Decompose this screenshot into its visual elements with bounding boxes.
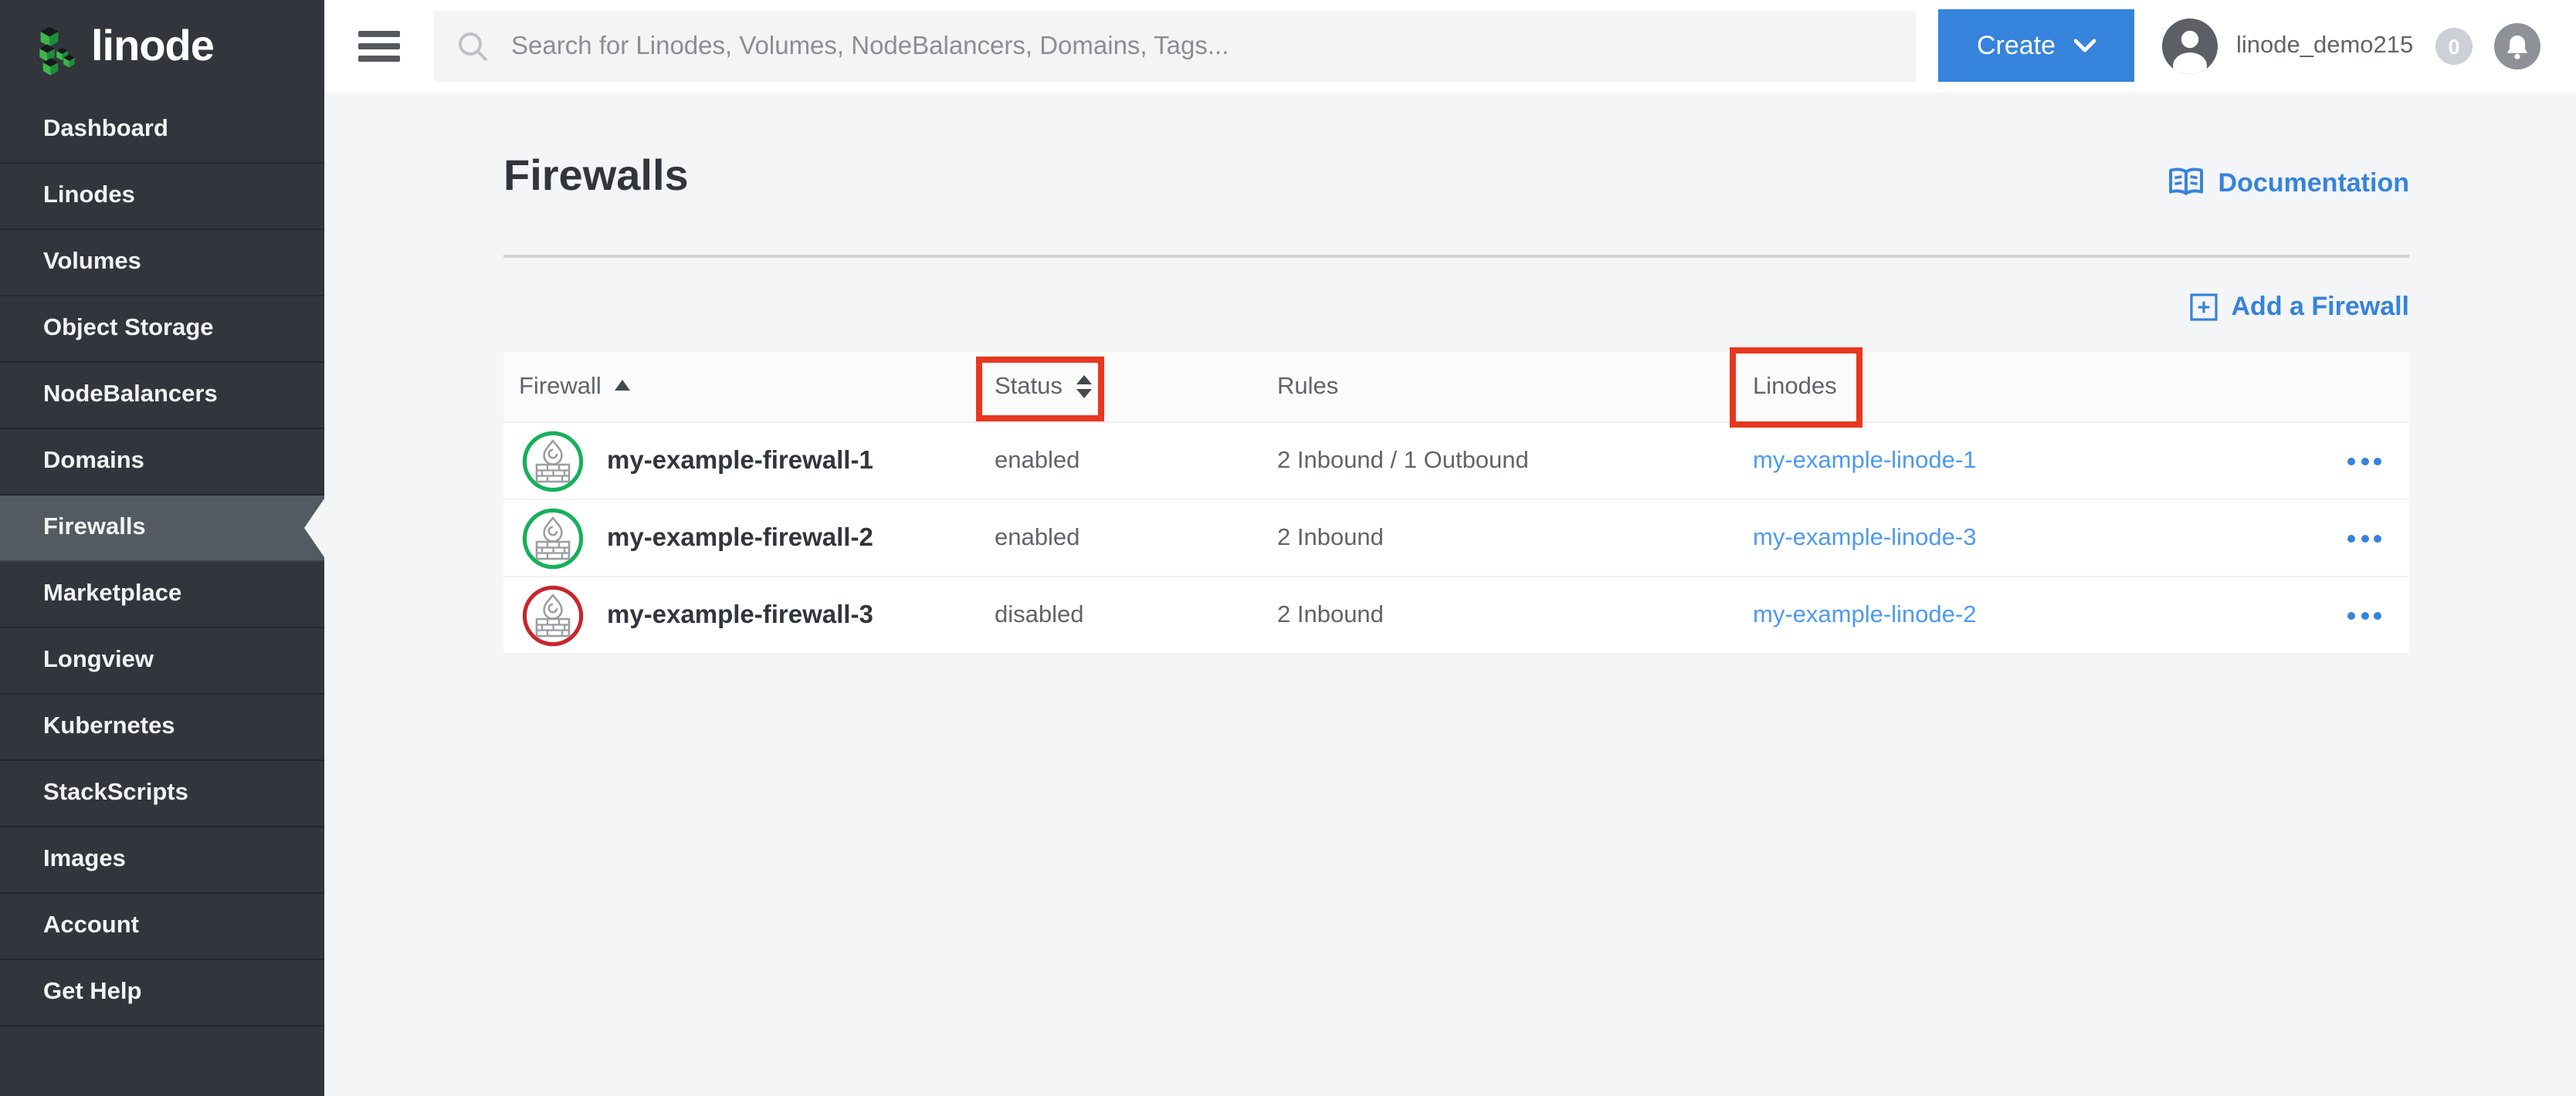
page-title: Firewalls [503,151,689,201]
notifications-button[interactable] [2494,23,2540,69]
sidebar-item-label: Kubernetes [43,713,175,741]
sidebar: linode Dashboard Linodes Volumes Object … [0,0,324,1096]
sidebar-item-linodes[interactable]: Linodes [0,164,324,230]
table-row: my-example-firewall-1 enabled 2 Inbound … [503,423,2409,500]
linode-link[interactable]: my-example-linode-2 [1753,601,1976,629]
brand-name: linode [91,22,214,71]
firewall-status: enabled [995,524,1080,552]
firewall-enabled-icon [522,508,584,570]
main-content: Firewalls Documentation Add a Firewall [324,93,2576,1096]
documentation-link[interactable]: Documentation [2168,167,2409,199]
sidebar-item-account[interactable]: Account [0,894,324,960]
chevron-down-icon [2074,39,2096,52]
sort-ascending-icon [615,380,631,391]
avatar-icon [2162,19,2218,74]
row-actions-button[interactable] [2347,528,2381,548]
search-input[interactable] [508,30,1895,63]
column-header-label: Rules [1277,373,1338,401]
column-header-firewall[interactable]: Firewall [519,373,631,401]
sidebar-item-label: Get Help [43,979,141,1006]
ellipsis-icon [2347,457,2355,465]
sidebar-item-kubernetes[interactable]: Kubernetes [0,695,324,761]
plus-square-icon [2190,293,2218,321]
firewall-enabled-icon [522,431,584,492]
sidebar-item-label: Volumes [43,249,141,276]
sidebar-item-label: Firewalls [43,514,146,542]
username[interactable]: linode_demo215 [2236,0,2413,93]
create-button-label: Create [1977,30,2056,61]
firewall-status: disabled [995,601,1084,629]
book-icon [2168,167,2206,199]
ellipsis-icon [2347,611,2355,619]
firewall-name-link[interactable]: my-example-firewall-2 [607,523,873,553]
search-icon [456,29,490,63]
sidebar-item-label: Linodes [43,182,135,210]
documentation-link-label: Documentation [2218,167,2409,198]
column-header-rules: Rules [1277,373,1338,401]
firewall-name-link[interactable]: my-example-firewall-3 [607,600,873,630]
column-header-linodes: Linodes [1753,373,1837,401]
column-header-label: Firewall [519,373,602,401]
create-button[interactable]: Create [1938,9,2134,82]
sidebar-item-stackscripts[interactable]: StackScripts [0,761,324,827]
sidebar-item-label: Account [43,912,139,940]
sidebar-item-label: Images [43,846,126,874]
firewall-rules: 2 Inbound [1277,601,1384,629]
add-firewall-button[interactable]: Add a Firewall [2190,292,2410,323]
sidebar-item-label: Domains [43,448,144,475]
menu-icon[interactable] [358,31,400,62]
active-item-notch [304,499,324,557]
sidebar-item-volumes[interactable]: Volumes [0,230,324,296]
linode-cloud-manager: linode Dashboard Linodes Volumes Object … [0,0,2576,1096]
linode-link[interactable]: my-example-linode-1 [1753,447,1976,475]
sidebar-item-label: Longview [43,647,154,675]
column-header-status[interactable]: Status [995,373,1092,401]
column-header-label: Linodes [1753,373,1837,401]
firewall-rules: 2 Inbound / 1 Outbound [1277,447,1529,475]
firewalls-table: Firewall Status Rules Linodes [503,352,2409,655]
sidebar-item-firewalls[interactable]: Firewalls [0,496,324,562]
sidebar-item-label: Object Storage [43,315,214,343]
column-header-label: Status [995,373,1063,401]
table-header-row: Firewall Status Rules Linodes [503,352,2409,423]
ellipsis-icon [2347,534,2355,542]
linode-link[interactable]: my-example-linode-3 [1753,524,1976,552]
title-divider [503,255,2409,258]
avatar[interactable] [2162,19,2218,74]
sidebar-item-domains[interactable]: Domains [0,429,324,496]
topbar: Create linode_demo215 0 [324,0,2576,93]
sidebar-item-label: Marketplace [43,580,181,608]
sidebar-item-label: StackScripts [43,780,188,807]
sort-icon [1076,376,1092,398]
sidebar-nav: Dashboard Linodes Volumes Object Storage… [0,97,324,1027]
sidebar-item-images[interactable]: Images [0,827,324,894]
firewall-rules: 2 Inbound [1277,524,1384,552]
row-actions-button[interactable] [2347,605,2381,625]
firewall-status: enabled [995,447,1080,475]
sidebar-item-get-help[interactable]: Get Help [0,960,324,1027]
sidebar-item-dashboard[interactable]: Dashboard [0,97,324,164]
row-actions-button[interactable] [2347,451,2381,471]
search-box [434,11,1917,82]
notification-bell-icon [2507,33,2528,59]
add-firewall-label: Add a Firewall [2232,292,2410,323]
sidebar-item-marketplace[interactable]: Marketplace [0,562,324,628]
table-row: my-example-firewall-3 disabled 2 Inbound… [503,577,2409,655]
sidebar-item-label: NodeBalancers [43,381,218,409]
notification-count-badge: 0 [2435,28,2473,65]
sidebar-item-object-storage[interactable]: Object Storage [0,296,324,363]
firewall-name-link[interactable]: my-example-firewall-1 [607,446,873,475]
sidebar-item-label: Dashboard [43,116,168,144]
linode-logo[interactable]: linode [0,0,324,97]
linode-logo-icon [31,21,77,76]
sidebar-item-nodebalancers[interactable]: NodeBalancers [0,363,324,429]
sidebar-item-longview[interactable]: Longview [0,628,324,695]
firewall-disabled-icon [522,585,584,647]
table-row: my-example-firewall-2 enabled 2 Inbound … [503,500,2409,577]
